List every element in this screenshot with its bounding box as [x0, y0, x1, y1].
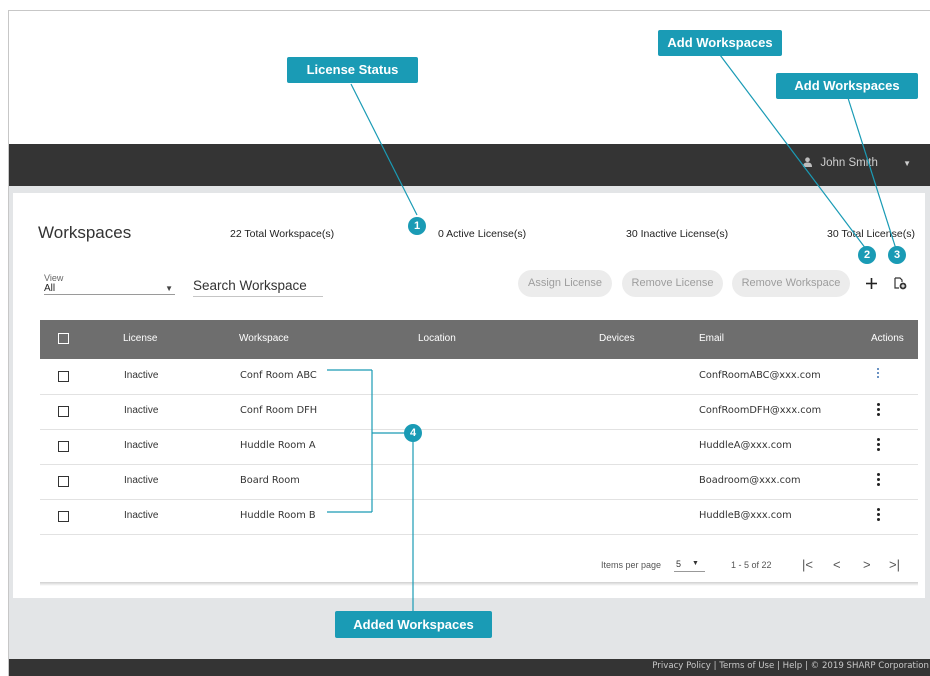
add-workspaces-callout-1: Add Workspaces	[658, 30, 782, 56]
license-status-callout: License Status	[287, 57, 418, 83]
annotation-lines	[327, 54, 897, 611]
callout-badge-4: 4	[404, 424, 422, 442]
callout-badge-3: 3	[888, 246, 906, 264]
added-workspaces-callout: Added Workspaces	[335, 611, 492, 638]
add-workspaces-callout-2: Add Workspaces	[776, 73, 918, 99]
callout-badge-2: 2	[858, 246, 876, 264]
callout-badge-1: 1	[408, 217, 426, 235]
